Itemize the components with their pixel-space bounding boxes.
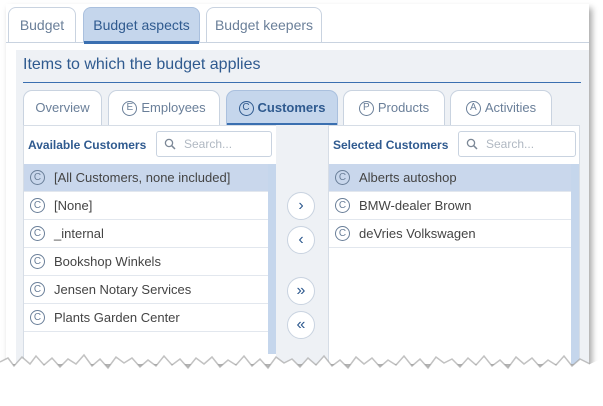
- available-scrollbar[interactable]: [268, 164, 276, 354]
- list-item[interactable]: C deVries Volkswagen: [329, 220, 571, 248]
- inner-tab-bar: Overview E Employees C Customers P Produ…: [23, 90, 583, 126]
- customer-name: Jensen Notary Services: [54, 282, 192, 297]
- selected-customers-panel: Selected Customers C Alberts autoshop: [328, 125, 580, 364]
- list-item[interactable]: C BMW-dealer Brown: [329, 192, 571, 220]
- tab-budget-keepers[interactable]: Budget keepers: [206, 7, 322, 42]
- customer-icon: C: [30, 282, 45, 297]
- remove-selected-button[interactable]: ‹: [287, 226, 315, 254]
- budget-window: Budget Budget aspects Budget keepers Ite…: [6, 4, 589, 364]
- move-buttons: › ‹ » «: [276, 125, 328, 364]
- selected-scrollbar[interactable]: [571, 164, 579, 364]
- selected-customers-title: Selected Customers: [333, 138, 449, 152]
- customer-name: Plants Garden Center: [54, 310, 180, 325]
- customer-name: Bookshop Winkels: [54, 254, 161, 269]
- available-customers-list: C [All Customers, none included] C [None…: [24, 164, 276, 332]
- selected-header: Selected Customers: [329, 126, 579, 164]
- available-search-box[interactable]: [156, 131, 272, 157]
- remove-all-button[interactable]: «: [287, 311, 315, 339]
- add-all-button[interactable]: »: [287, 277, 315, 305]
- customer-icon: C: [238, 100, 254, 116]
- customer-name: BMW-dealer Brown: [359, 198, 472, 213]
- tab-products[interactable]: P Products: [343, 90, 445, 125]
- customer-name: [All Customers, none included]: [54, 170, 231, 185]
- selected-search-input[interactable]: [484, 136, 568, 152]
- customer-selector: Available Customers C [All Customers, no…: [23, 125, 583, 364]
- tab-budget[interactable]: Budget: [8, 7, 76, 42]
- list-item[interactable]: C [None]: [24, 192, 276, 220]
- tab-customers[interactable]: C Customers: [226, 90, 338, 126]
- list-item[interactable]: C Alberts autoshop: [329, 164, 571, 192]
- tab-label: Employees: [141, 100, 206, 115]
- tab-label: Activities: [484, 100, 537, 115]
- customer-name: Alberts autoshop: [359, 170, 457, 185]
- tab-label: Products: [377, 100, 430, 115]
- customer-icon: C: [30, 310, 45, 325]
- customer-icon: C: [30, 170, 45, 185]
- tab-employees[interactable]: E Employees: [108, 90, 220, 125]
- available-customers-panel: Available Customers C [All Customers, no…: [23, 125, 277, 364]
- customer-name: [None]: [54, 198, 93, 213]
- activity-icon: A: [465, 100, 481, 116]
- list-item[interactable]: C Bookshop Winkels: [24, 248, 276, 276]
- customer-icon: C: [30, 198, 45, 213]
- available-customers-title: Available Customers: [28, 138, 147, 152]
- tab-overview[interactable]: Overview: [23, 90, 102, 125]
- section-title: Items to which the budget applies: [23, 56, 261, 73]
- customer-icon: C: [335, 170, 350, 185]
- customer-name: _internal: [54, 226, 104, 241]
- search-icon: [466, 138, 478, 150]
- selected-customers-list: C Alberts autoshop C BMW-dealer Brown C …: [329, 164, 571, 248]
- available-search-input[interactable]: [182, 136, 266, 152]
- add-selected-button[interactable]: ›: [287, 192, 315, 220]
- product-icon: P: [358, 100, 374, 116]
- budget-aspects-panel: Items to which the budget applies Overvi…: [16, 50, 589, 364]
- selected-search-box[interactable]: [458, 131, 576, 157]
- customer-icon: C: [30, 254, 45, 269]
- customer-name: deVries Volkswagen: [359, 226, 476, 241]
- outer-tab-bar: Budget Budget aspects Budget keepers: [6, 4, 589, 44]
- customer-icon: C: [335, 226, 350, 241]
- tab-label: Overview: [35, 100, 90, 115]
- list-item[interactable]: C _internal: [24, 220, 276, 248]
- section-divider: [23, 82, 581, 83]
- list-item[interactable]: C Jensen Notary Services: [24, 276, 276, 304]
- employee-icon: E: [122, 100, 138, 116]
- list-item[interactable]: C [All Customers, none included]: [24, 164, 276, 192]
- customer-icon: C: [30, 226, 45, 241]
- search-icon: [164, 138, 176, 150]
- available-header: Available Customers: [24, 126, 276, 164]
- list-item[interactable]: C Plants Garden Center: [24, 304, 276, 332]
- torn-edge-decoration: [0, 348, 603, 406]
- tab-budget-aspects[interactable]: Budget aspects: [83, 7, 200, 44]
- customer-icon: C: [335, 198, 350, 213]
- tab-label: Customers: [257, 100, 326, 115]
- tab-activities[interactable]: A Activities: [450, 90, 552, 125]
